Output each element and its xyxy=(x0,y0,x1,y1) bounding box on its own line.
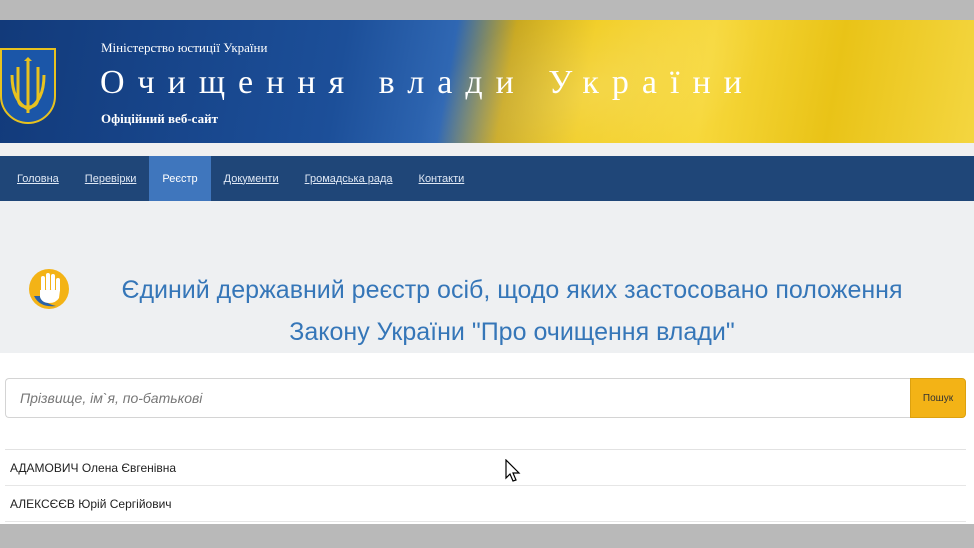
site-banner: Міністерство юстиції України Очищення вл… xyxy=(0,20,974,143)
nav-item-home[interactable]: Головна xyxy=(4,156,72,201)
ministry-name: Міністерство юстиції України xyxy=(101,40,268,55)
nav-item-registry[interactable]: Реєстр xyxy=(149,156,211,201)
results-list: АДАМОВИЧ Олена Євгенівна АЛЕКСЄЄВ Юрій С… xyxy=(5,449,966,522)
search-input[interactable] xyxy=(5,378,910,418)
mouse-pointer-icon xyxy=(505,458,521,483)
nav-item-checks[interactable]: Перевірки xyxy=(72,156,150,201)
list-item[interactable]: АДАМОВИЧ Олена Євгенівна xyxy=(5,450,966,486)
page-title: Єдиний державний реєстр осіб, щодо яких … xyxy=(70,269,954,353)
list-item[interactable]: АЛЕКСЄЄВ Юрій Сергійович xyxy=(5,486,966,522)
registry-header: Єдиний державний реєстр осіб, щодо яких … xyxy=(0,201,974,353)
page-title-line1: Єдиний державний реєстр осіб, щодо яких … xyxy=(121,276,903,304)
search-button[interactable]: Пошук xyxy=(910,378,966,418)
page-title-line2: Закону України "Про очищення влади" xyxy=(289,318,735,346)
stop-hand-icon xyxy=(26,266,72,312)
site-subtitle: Офіційний веб-сайт xyxy=(101,111,218,126)
nav-item-documents[interactable]: Документи xyxy=(211,156,292,201)
coat-of-arms-icon xyxy=(0,48,56,124)
nav-item-contacts[interactable]: Контакти xyxy=(406,156,478,201)
search-form: Пошук xyxy=(5,378,966,418)
page: Міністерство юстиції України Очищення вл… xyxy=(0,20,974,524)
site-title[interactable]: Очищення влади України xyxy=(100,64,755,102)
nav-item-public-council[interactable]: Громадська рада xyxy=(292,156,406,201)
main-nav: Головна Перевірки Реєстр Документи Грома… xyxy=(0,156,974,201)
divider xyxy=(0,143,974,156)
